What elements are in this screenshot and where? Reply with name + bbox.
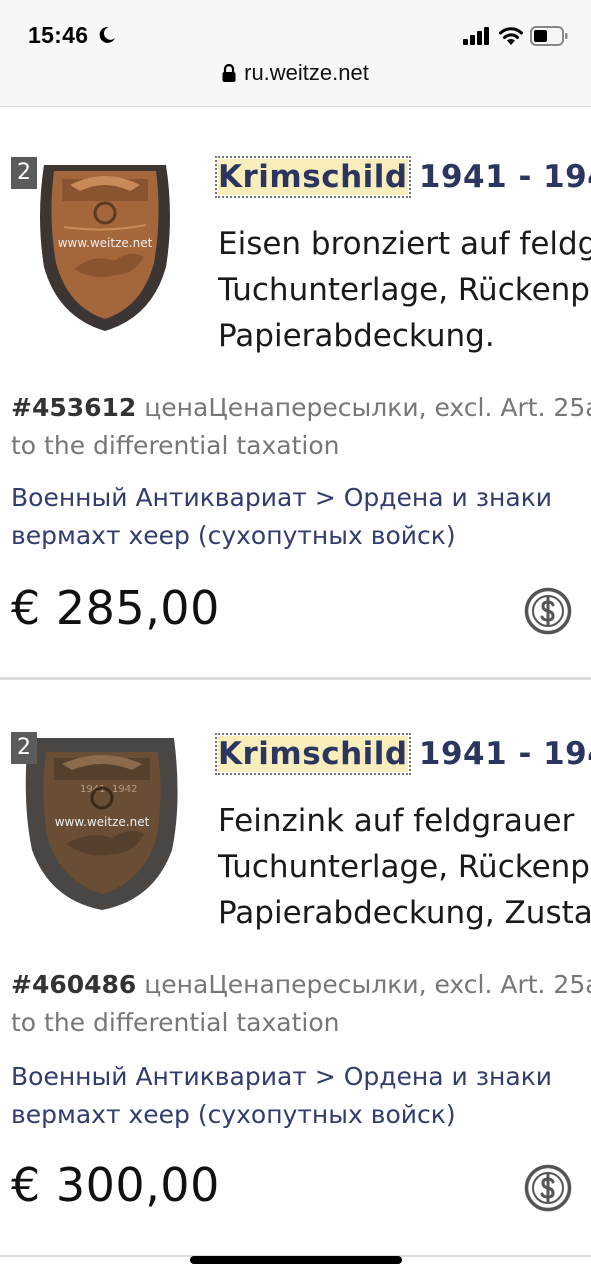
price-note: ценаЦенапересылки, excl. Art. 25a [136,393,591,422]
title-highlight: Krimschild [215,733,411,775]
price-note: ценаЦенапересылки, excl. Art. 25a [136,970,591,999]
description-line: Papierabdeckung. [218,318,495,354]
description-line: Papierabdeckung, Zustand [218,895,591,931]
category-link[interactable]: Ордена и знаки [344,483,552,512]
browser-top-bar: 15:46 ru.weitze.net [0,0,591,107]
image-count-badge: 2 [11,732,37,764]
address-bar[interactable]: ru.weitze.net [0,60,591,86]
listing-meta: #460486 ценаЦенапересылки, excl. Art. 25… [11,966,591,1042]
title-rest: 1941 - 1942 [418,159,591,195]
description-line: Tuchunterlage, Rückenplatten, [218,272,591,308]
listing-description: Feinzink auf feldgrauer Tuchunterlage, R… [218,798,591,936]
listing-price: € 285,00 [11,581,220,635]
image-count-badge: 2 [11,157,37,189]
category-breadcrumb: Военный Антиквариат > Ордена и знаки вер… [11,479,552,555]
listing-title[interactable]: Krimschild 1941 - 1942 [215,156,591,198]
listing-title[interactable]: Krimschild 1941 - 1942 [215,733,591,775]
category-breadcrumb: Военный Антиквариат > Ордена и знаки вер… [11,1058,552,1134]
category-separator: > [306,483,344,512]
dollar-circle-icon[interactable] [524,1164,572,1212]
title-rest: 1941 - 1942 [418,736,591,772]
image-watermark: www.weitze.net [58,236,153,250]
item-number: #460486 [11,970,137,999]
category-link[interactable]: вермахт хеер (сухопутных войск) [11,1096,552,1134]
wifi-icon [499,27,523,45]
category-link[interactable]: Военный Антиквариат [11,1062,307,1091]
price-note-2: to the differential taxation [11,1008,340,1037]
description-line: Eisen bronziert auf feldgrauer [218,226,591,262]
description-line: Tuchunterlage, Rückenplatten, [218,849,591,885]
listing-description: Eisen bronziert auf feldgrauer Tuchunter… [218,221,591,359]
lock-icon [222,64,236,82]
svg-text:1942: 1942 [112,784,137,795]
product-image[interactable]: www.weitze.net [34,157,176,333]
image-watermark: www.weitze.net [55,815,150,829]
listing-price: € 300,00 [11,1158,220,1212]
moon-icon [99,26,115,43]
dollar-circle-icon[interactable] [524,587,572,635]
listing-meta: #453612 ценаЦенапересылки, excl. Art. 25… [11,389,591,465]
url-text: ru.weitze.net [244,60,369,85]
item-number: #453612 [11,393,137,422]
listing-item: www.weitze.net 2 Krimschild 1941 - 1942 … [0,107,591,677]
description-line: Feinzink auf feldgrauer [218,803,575,839]
home-indicator[interactable] [190,1256,402,1264]
category-link[interactable]: Ордена и знаки [344,1062,552,1091]
category-link[interactable]: вермахт хеер (сухопутных войск) [11,517,552,555]
status-time: 15:46 [28,22,89,48]
battery-icon [530,26,568,46]
category-link[interactable]: Военный Антиквариат [11,483,307,512]
title-highlight: Krimschild [215,156,411,198]
signal-icon [463,27,489,45]
category-separator: > [306,1062,344,1091]
product-image[interactable]: 1941 1942 www.weitze.net [20,732,184,912]
listing-item: 1941 1942 www.weitze.net 2 Krimschild 19… [0,680,591,1255]
price-note-2: to the differential taxation [11,431,340,460]
